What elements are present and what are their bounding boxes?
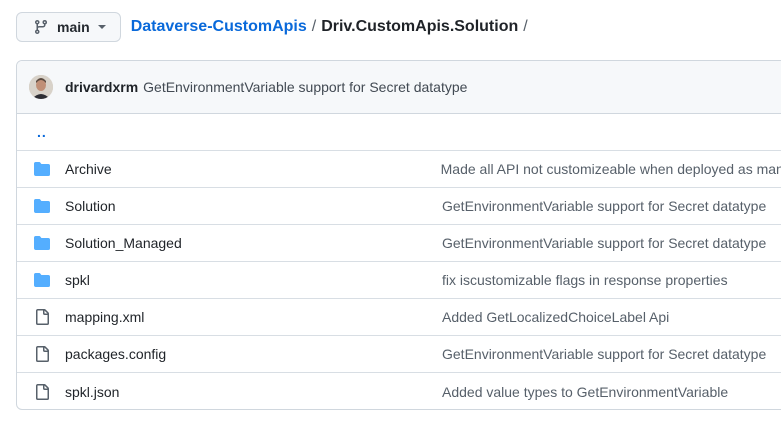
- file-name-link[interactable]: Archive: [65, 161, 441, 177]
- branch-name: main: [57, 19, 90, 35]
- folder-icon: [34, 235, 50, 251]
- commit-author-link[interactable]: drivardxrm: [65, 79, 138, 95]
- file-icon: [34, 309, 50, 325]
- avatar[interactable]: [29, 75, 53, 99]
- breadcrumb-separator: /: [523, 18, 528, 35]
- file-list-box: drivardxrm GetEnvironmentVariable suppor…: [16, 60, 781, 410]
- commit-message-link[interactable]: Made all API not customizeable when depl…: [441, 161, 781, 177]
- folder-icon: [34, 272, 50, 288]
- folder-icon: [34, 198, 50, 214]
- breadcrumb-separator: /: [311, 18, 317, 35]
- breadcrumb-repo-link[interactable]: Dataverse-CustomApis: [131, 18, 307, 36]
- file-row[interactable]: spkl fix iscustomizable flags in response…: [17, 262, 781, 299]
- latest-commit-bar: drivardxrm GetEnvironmentVariable suppor…: [17, 61, 781, 114]
- file-name-link[interactable]: mapping.xml: [65, 309, 442, 325]
- file-row[interactable]: mapping.xml Added GetLocalizedChoiceLabel…: [17, 299, 781, 336]
- commit-message-link[interactable]: fix iscustomizable flags in response pro…: [442, 272, 728, 288]
- file-row[interactable]: spkl.json Added value types to GetEnviron…: [17, 373, 781, 409]
- parent-directory-link[interactable]: ..: [37, 124, 47, 140]
- git-branch-icon: [33, 19, 49, 35]
- file-name-link[interactable]: Solution_Managed: [65, 235, 442, 251]
- file-row[interactable]: Archive Made all API not customizeable wh…: [17, 151, 781, 188]
- file-row[interactable]: Solution GetEnvironmentVariable support f…: [17, 188, 781, 225]
- file-name-link[interactable]: Solution: [65, 198, 442, 214]
- commit-message-link[interactable]: Added GetLocalizedChoiceLabel Api: [442, 309, 669, 325]
- commit-message-link[interactable]: GetEnvironmentVariable support for Secre…: [143, 79, 467, 95]
- file-name-link[interactable]: spkl.json: [65, 384, 442, 400]
- file-row[interactable]: Solution_Managed GetEnvironmentVariable s…: [17, 225, 781, 262]
- breadcrumb: Dataverse-CustomApis / Driv.CustomApis.S…: [131, 18, 533, 36]
- file-icon: [34, 346, 50, 362]
- commit-message-link[interactable]: GetEnvironmentVariable support for Secre…: [442, 235, 766, 251]
- file-name-link[interactable]: spkl: [65, 272, 442, 288]
- commit-message-link[interactable]: GetEnvironmentVariable support for Secre…: [442, 346, 766, 362]
- commit-message-link[interactable]: Added value types to GetEnvironmentVaria…: [442, 384, 728, 400]
- parent-directory-row[interactable]: ..: [17, 114, 781, 151]
- file-name-link[interactable]: packages.config: [65, 346, 442, 362]
- file-icon: [34, 383, 50, 400]
- top-bar: main Dataverse-CustomApis / Driv.CustomA…: [16, 11, 533, 43]
- breadcrumb-current-folder: Driv.CustomApis.Solution: [321, 18, 519, 35]
- folder-icon: [34, 161, 50, 177]
- file-row[interactable]: packages.config GetEnvironmentVariable su…: [17, 336, 781, 373]
- chevron-down-icon: [97, 25, 106, 29]
- branch-select-button[interactable]: main: [16, 12, 121, 42]
- commit-message-link[interactable]: GetEnvironmentVariable support for Secre…: [442, 198, 766, 214]
